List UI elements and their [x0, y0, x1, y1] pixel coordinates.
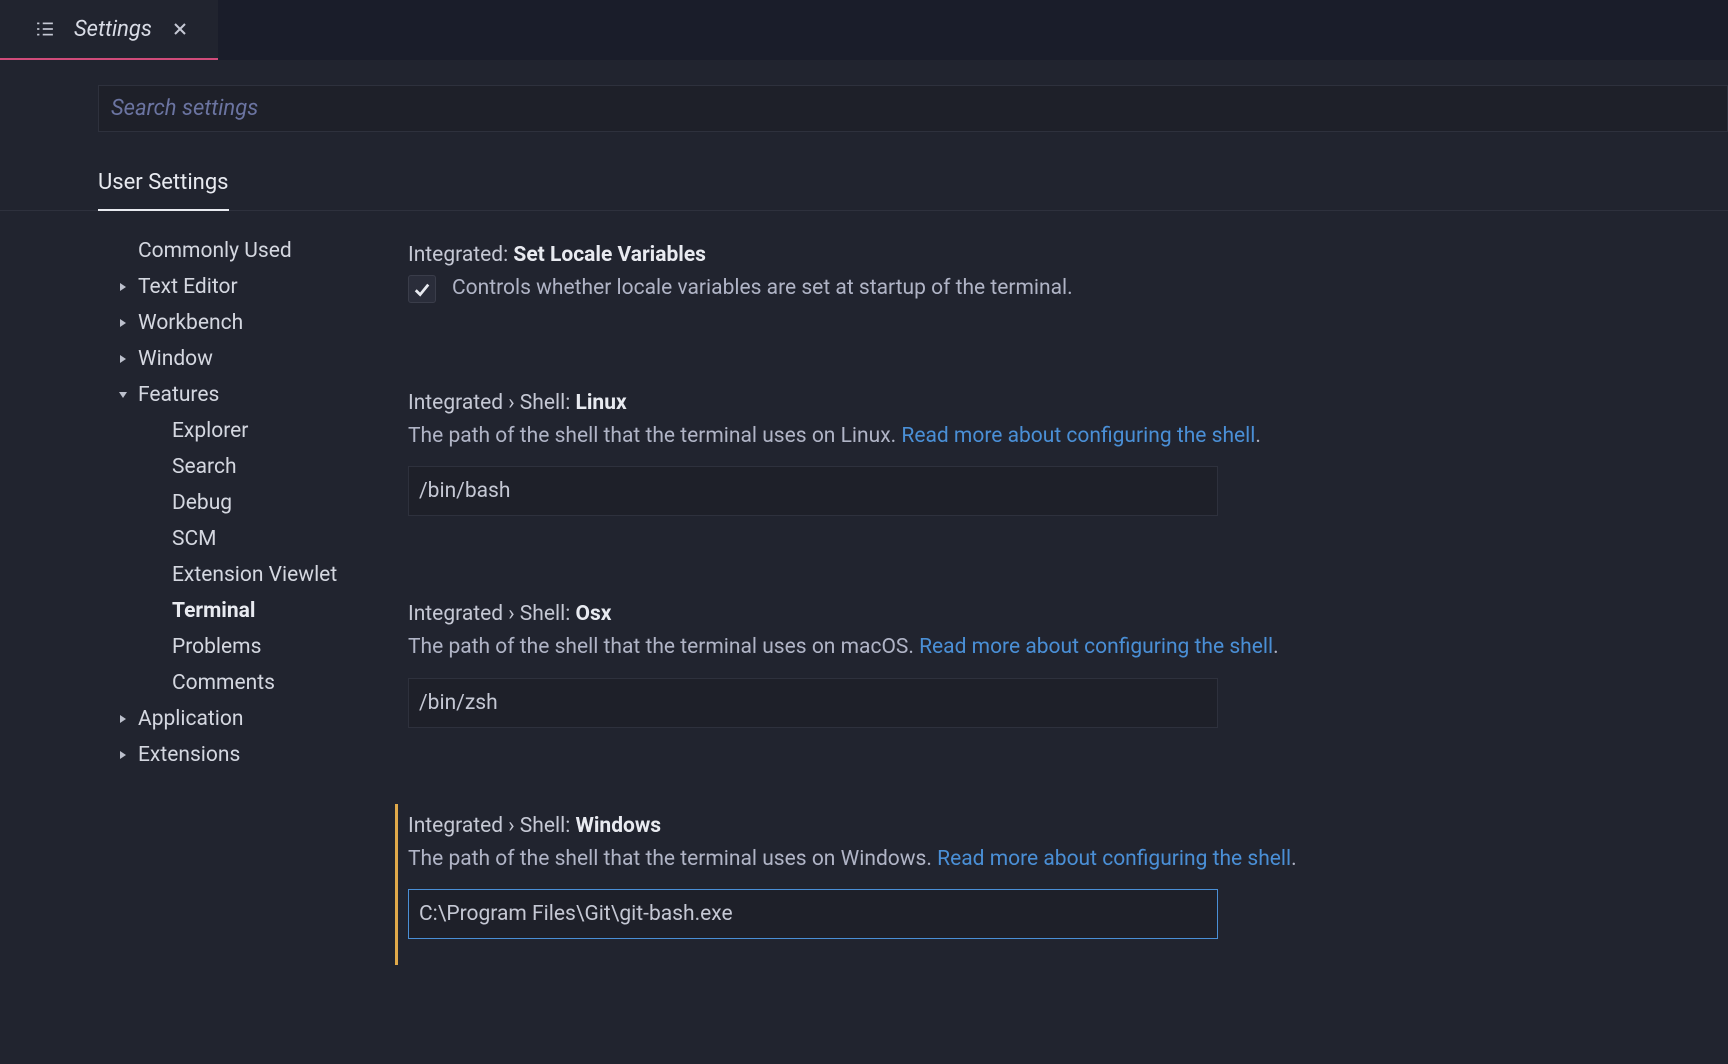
doc-link[interactable]: Read more about configuring the shell — [901, 424, 1255, 448]
toc-label: Extensions — [138, 743, 240, 767]
setting-description: The path of the shell that the terminal … — [408, 421, 1728, 453]
setting-prefix: Integrated › Shell: — [408, 814, 576, 838]
tab-label: Settings — [74, 17, 152, 42]
toc-label: Comments — [172, 671, 275, 695]
toc-label: Terminal — [172, 599, 255, 623]
toc-item-workbench[interactable]: Workbench — [96, 305, 390, 341]
tab-user-settings[interactable]: User Settings — [98, 170, 229, 211]
close-icon[interactable] — [172, 21, 188, 37]
chevron-right-icon — [116, 318, 130, 328]
setting-shell-linux: Integrated › Shell: Linux The path of th… — [408, 381, 1728, 543]
toc-item-application[interactable]: Application — [96, 701, 390, 737]
toc-item-search[interactable]: Search — [96, 449, 390, 485]
setting-shell-osx: Integrated › Shell: Osx The path of the … — [408, 592, 1728, 754]
settings-toc: Commonly Used Text Editor Workbench Window F… — [0, 233, 390, 965]
toc-item-text-editor[interactable]: Text Editor — [96, 269, 390, 305]
setting-description: The path of the shell that the terminal … — [408, 844, 1728, 876]
toc-label: Window — [138, 347, 213, 371]
toc-label: Extension Viewlet — [172, 563, 337, 587]
tab-bar: Settings — [0, 0, 1728, 60]
settings-scope-tabs: User Settings — [0, 170, 1728, 211]
search-input[interactable] — [98, 85, 1728, 132]
toc-label: Features — [138, 383, 219, 407]
toc-label: Application — [138, 707, 243, 731]
toc-item-extension-viewlet[interactable]: Extension Viewlet — [96, 557, 390, 593]
toc-item-extensions[interactable]: Extensions — [96, 737, 390, 773]
checkbox-locale[interactable] — [408, 275, 436, 303]
setting-name: Set Locale Variables — [513, 243, 706, 267]
toc-label: Explorer — [172, 419, 248, 443]
toc-item-terminal[interactable]: Terminal — [96, 593, 390, 629]
toc-item-explorer[interactable]: Explorer — [96, 413, 390, 449]
toc-item-comments[interactable]: Comments — [96, 665, 390, 701]
setting-prefix: Integrated › Shell: — [408, 602, 576, 626]
chevron-down-icon — [116, 390, 130, 400]
toc-item-features[interactable]: Features — [96, 377, 390, 413]
settings-list: Integrated: Set Locale Variables Control… — [390, 233, 1728, 965]
input-shell-windows[interactable] — [408, 889, 1218, 939]
setting-prefix: Integrated › Shell: — [408, 391, 576, 415]
doc-link[interactable]: Read more about configuring the shell — [919, 635, 1273, 659]
toc-item-window[interactable]: Window — [96, 341, 390, 377]
toc-item-scm[interactable]: SCM — [96, 521, 390, 557]
setting-name: Osx — [576, 602, 612, 626]
toc-label: Workbench — [138, 311, 243, 335]
settings-content: User Settings Commonly Used Text Editor Wo… — [0, 60, 1728, 1064]
toc-label: Commonly Used — [138, 239, 292, 263]
chevron-right-icon — [116, 750, 130, 760]
setting-prefix: Integrated: — [408, 243, 513, 267]
toc-label: SCM — [172, 527, 216, 551]
setting-name: Linux — [576, 391, 627, 415]
toc-label: Search — [172, 455, 237, 479]
chevron-right-icon — [116, 714, 130, 724]
setting-shell-windows: Integrated › Shell: Windows The path of … — [395, 804, 1728, 966]
toc-item-commonly-used[interactable]: Commonly Used — [96, 233, 390, 269]
toc-item-problems[interactable]: Problems — [96, 629, 390, 665]
input-shell-linux[interactable] — [408, 466, 1218, 516]
doc-link[interactable]: Read more about configuring the shell — [937, 847, 1291, 871]
input-shell-osx[interactable] — [408, 678, 1218, 728]
chevron-right-icon — [116, 282, 130, 292]
toc-item-debug[interactable]: Debug — [96, 485, 390, 521]
toc-label: Problems — [172, 635, 261, 659]
setting-description: The path of the shell that the terminal … — [408, 632, 1728, 664]
tab-settings[interactable]: Settings — [0, 0, 218, 60]
toc-label: Text Editor — [138, 275, 238, 299]
chevron-right-icon — [116, 354, 130, 364]
toc-label: Debug — [172, 491, 232, 515]
setting-set-locale-variables: Integrated: Set Locale Variables Control… — [408, 233, 1728, 331]
settings-list-icon — [36, 20, 54, 38]
setting-description: Controls whether locale variables are se… — [452, 273, 1073, 305]
setting-name: Windows — [576, 814, 662, 838]
